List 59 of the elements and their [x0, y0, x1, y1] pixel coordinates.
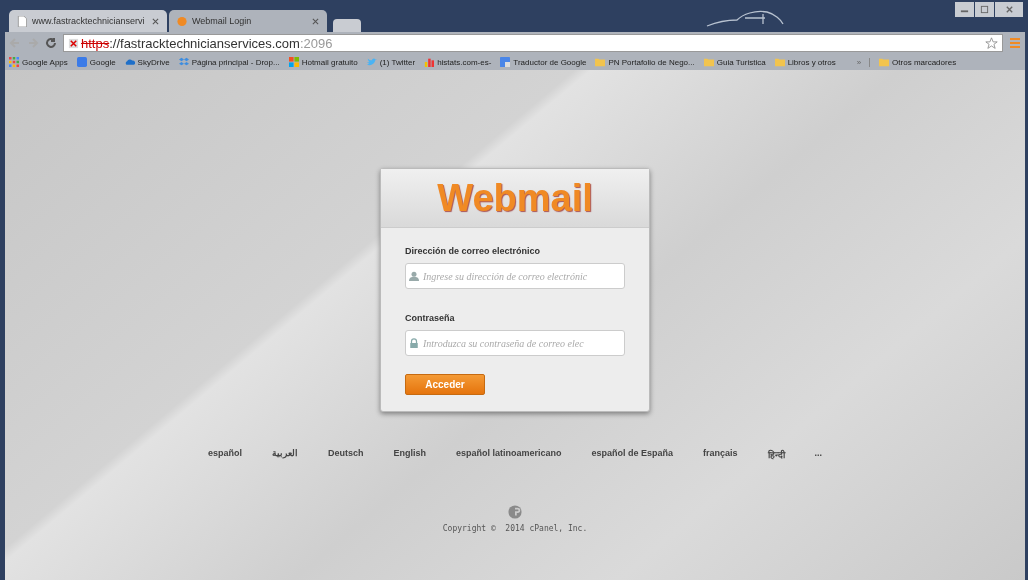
bookmark[interactable]: histats.com-es- [424, 57, 492, 67]
page-icon [17, 15, 27, 27]
field-label: Dirección de correo electrónico [405, 246, 541, 256]
password-field[interactable]: Introduzca su contraseña de correo elec [405, 330, 625, 356]
bookmark[interactable]: Google Apps [9, 57, 68, 67]
folder-icon [595, 57, 606, 67]
language-link[interactable]: Deutsch [327, 448, 364, 461]
address-bar[interactable]: https://fastracktechnicianservices.com:2096 [63, 34, 1003, 52]
url-scheme: https [81, 35, 110, 51]
bookmark[interactable]: Google [76, 57, 116, 67]
grid-icon [9, 57, 19, 67]
folder-icon [879, 57, 890, 67]
new-tab-button[interactable] [333, 19, 361, 32]
language-link[interactable]: العربية [271, 448, 298, 461]
bookmark[interactable]: SkyDrive [124, 57, 170, 67]
cloud-icon [124, 57, 135, 67]
language-link[interactable]: español de España [591, 448, 674, 461]
language-link[interactable]: español latinoamericano [455, 448, 562, 461]
language-link[interactable]: हिन्दी [767, 448, 785, 461]
close-icon[interactable] [152, 17, 159, 25]
maximize-button[interactable] [975, 2, 994, 17]
windows-icon [288, 57, 299, 67]
webmail-logo: Webmail [437, 176, 593, 220]
bookmark[interactable]: Guia Turistica [703, 57, 766, 67]
bird-icon [366, 57, 377, 67]
folder-icon [703, 57, 714, 67]
bookmark[interactable]: PN Portafolio de Nego... [595, 57, 695, 67]
reload-icon[interactable] [45, 37, 57, 49]
minimize-button[interactable] [955, 2, 974, 17]
close-button[interactable] [995, 2, 1023, 17]
lock-icon [409, 338, 419, 348]
translate-icon [500, 57, 511, 67]
bookmark[interactable]: (1) Twitter [366, 57, 416, 67]
car-icon [705, 8, 785, 28]
bookmark[interactable]: Otros marcadores [879, 57, 957, 67]
language-link[interactable]: español [207, 448, 242, 461]
language-link[interactable]: ... [814, 448, 823, 461]
maximize-icon [980, 5, 989, 14]
close-icon[interactable] [312, 17, 319, 25]
url-host: ://fastracktechnicianservices.com [109, 35, 300, 51]
cpanel-logo-icon [508, 505, 522, 519]
close-icon [1004, 5, 1014, 14]
bookmark[interactable]: Página principal - Drop... [178, 57, 280, 67]
folder-icon [774, 57, 785, 67]
bookmark[interactable]: Libros y otros [774, 57, 836, 67]
copyright-text: Copyright © 2014 cPanel, Inc. [442, 524, 588, 533]
url-port: :2096 [299, 35, 333, 51]
browser-tab[interactable]: Webmail Login [169, 10, 327, 32]
email-field[interactable]: Ingrese su dirección de correo electrónic [405, 263, 625, 289]
person-icon [409, 271, 419, 281]
browser-tab[interactable]: www.fastracktechnicianservi [9, 10, 167, 32]
bar-chart-icon [424, 57, 435, 67]
language-link[interactable]: English [393, 448, 426, 461]
field-label: Contraseña [405, 313, 455, 323]
bookmark[interactable]: Traductor de Google [500, 57, 587, 67]
language-link[interactable]: français [703, 448, 738, 461]
bookmark[interactable]: Hotmail gratuito [288, 57, 358, 67]
star-icon[interactable] [985, 36, 998, 50]
box-icon [178, 57, 189, 67]
